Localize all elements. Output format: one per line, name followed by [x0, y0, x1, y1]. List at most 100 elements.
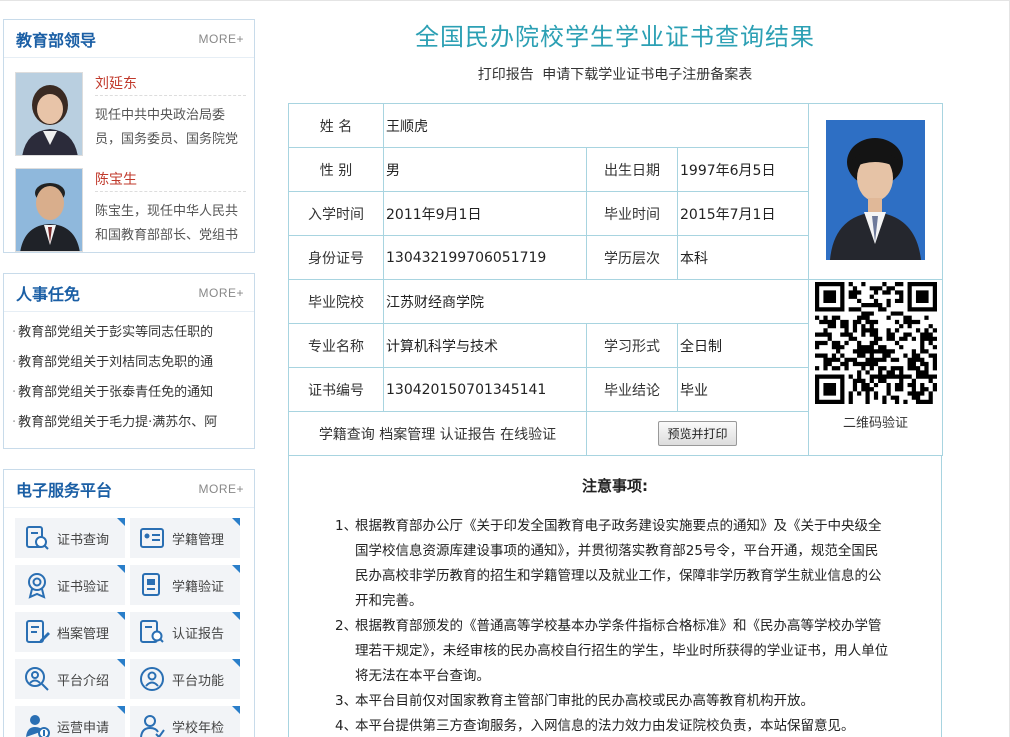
- leader-name[interactable]: 陈宝生: [95, 168, 246, 192]
- notice-item: 3、 本平台目前仅对国家教育主管部门审批的民办高校或民办高等教育机构开放。: [335, 689, 891, 714]
- notice-num: 2、: [335, 618, 358, 634]
- notice-list: 1、 根据教育部办公厅《关于印发全国教育电子政务建设实施要点的通知》及《关于中央级…: [289, 496, 941, 737]
- certificate-table: 姓 名 王顺虎 性 别 男 出生日期 1997年6月5日 入学时间 2011年9…: [288, 103, 943, 456]
- archive-edit-icon: [26, 620, 50, 643]
- gender-label: 性 别: [288, 147, 384, 192]
- download-form-link[interactable]: 申请下载学业证书电子注册备案表: [542, 67, 752, 83]
- notice-text: 根据教育部颁发的《普通高等学校基本办学条件指标合格标准》和《民办高等学校办学管理…: [355, 618, 889, 684]
- mode-label: 学习形式: [586, 323, 678, 368]
- platform-intro-icon: [25, 667, 49, 691]
- services-grid: 证书查询 学籍管理 证书验证 学籍验证 档案管理 认证报告 平台介绍 平台功能 …: [4, 508, 254, 737]
- leaders-panel: 教育部领导 MORE+ 刘延东 现任中共中央政治局委员，国务委员、国务院党 陈宝…: [3, 19, 255, 253]
- news-item[interactable]: 教育部党组关于毛力提·满苏尔、阿: [12, 408, 254, 438]
- id-label: 身份证号: [288, 235, 384, 280]
- leader-name[interactable]: 刘延东: [95, 72, 246, 96]
- service-school-check[interactable]: 学校年检: [130, 706, 240, 737]
- leader-info: 刘延东 现任中共中央政治局委员，国务委员、国务院党: [95, 72, 246, 156]
- leader-desc: 陈宝生，现任中华人民共和国教育部部长、党组书: [95, 204, 239, 243]
- leader-info: 陈宝生 陈宝生，现任中华人民共和国教育部部长、党组书: [95, 168, 246, 252]
- notice-text: 本平台目前仅对国家教育主管部门审批的民办高校或民办高等教育机构开放。: [355, 693, 814, 709]
- record-query-link[interactable]: 学籍查询: [319, 427, 375, 443]
- sub-links: 打印报告 申请下载学业证书电子注册备案表: [290, 64, 940, 84]
- birth-value: 1997年6月5日: [677, 147, 809, 192]
- gender-value: 男: [383, 147, 587, 192]
- personnel-list: 教育部党组关于彭实等同志任职的 教育部党组关于刘桔同志免职的通 教育部党组关于张…: [4, 312, 254, 438]
- service-certificate-verify[interactable]: 证书验证: [15, 565, 125, 605]
- major-value: 计算机科学与技术: [383, 323, 587, 368]
- notice-item: 2、 根据教育部颁发的《普通高等学校基本办学条件指标合格标准》和《民办高等学校办学…: [335, 614, 891, 689]
- notice-title: 注意事项:: [582, 477, 648, 495]
- notice-text: 根据教育部办公厅《关于印发全国教育电子政务建设实施要点的通知》及《关于中央级全国…: [355, 518, 882, 609]
- record-verify-icon: [142, 573, 160, 596]
- leader-photo[interactable]: [15, 168, 83, 252]
- cert-value: 130420150701345141: [383, 367, 587, 412]
- service-student-record[interactable]: 学籍管理: [130, 518, 240, 558]
- level-label: 学历层次: [586, 235, 678, 280]
- service-label: 档案管理: [57, 626, 110, 642]
- page: 教育部领导 MORE+ 刘延东 现任中共中央政治局委员，国务委员、国务院党 陈宝…: [0, 0, 1010, 737]
- personnel-title: 人事任免: [16, 284, 81, 304]
- major-label: 专业名称: [288, 323, 384, 368]
- service-label: 运营申请: [57, 720, 110, 736]
- cert-label: 证书编号: [288, 367, 384, 412]
- notice-num: 3、: [335, 693, 358, 709]
- name-label: 姓 名: [288, 103, 384, 148]
- leaders-more-link[interactable]: MORE+: [198, 32, 244, 46]
- online-verify-link[interactable]: 在线验证: [500, 427, 556, 443]
- news-item[interactable]: 教育部党组关于彭实等同志任职的: [12, 318, 254, 348]
- service-platform-function[interactable]: 平台功能: [130, 659, 240, 699]
- service-apply[interactable]: 运营申请: [15, 706, 125, 737]
- personnel-more-link[interactable]: MORE+: [198, 286, 244, 300]
- print-report-link[interactable]: 打印报告: [478, 67, 534, 83]
- school-check-icon: [140, 715, 165, 737]
- service-label: 平台介绍: [57, 673, 110, 689]
- mode-value: 全日制: [677, 323, 809, 368]
- service-label: 学校年检: [172, 720, 225, 736]
- services-header: 电子服务平台 MORE+: [4, 470, 254, 508]
- grad-label: 毕业时间: [586, 191, 678, 236]
- news-item[interactable]: 教育部党组关于刘桔同志免职的通: [12, 348, 254, 378]
- service-record-verify[interactable]: 学籍验证: [130, 565, 240, 605]
- print-cell: 预览并打印: [586, 411, 809, 456]
- leader-item[interactable]: 刘延东 现任中共中央政治局委员，国务委员、国务院党: [4, 72, 254, 156]
- report-link[interactable]: 认证报告: [440, 427, 496, 443]
- services-more-link[interactable]: MORE+: [198, 482, 244, 496]
- page-title: 全国民办院校学生学业证书查询结果: [415, 23, 815, 51]
- photo-cell: [808, 103, 943, 280]
- service-platform-intro[interactable]: 平台介绍: [15, 659, 125, 699]
- preview-print-button[interactable]: 预览并打印: [658, 421, 737, 446]
- apply-icon: [26, 715, 50, 737]
- leader-photo[interactable]: [15, 72, 83, 156]
- notice-num: 1、: [335, 518, 358, 534]
- name-value: 王顺虎: [383, 103, 809, 148]
- platform-function-icon: [140, 667, 164, 691]
- birth-label: 出生日期: [586, 147, 678, 192]
- service-label: 证书查询: [57, 532, 110, 548]
- service-certificate-search[interactable]: 证书查询: [15, 518, 125, 558]
- service-label: 学籍管理: [172, 532, 225, 548]
- leaders-title: 教育部领导: [16, 30, 97, 50]
- qr-code: [814, 282, 937, 404]
- enroll-value: 2011年9月1日: [383, 191, 587, 236]
- service-archive[interactable]: 档案管理: [15, 612, 125, 652]
- level-value: 本科: [677, 235, 809, 280]
- archive-link[interactable]: 档案管理: [379, 427, 435, 443]
- leaders-header: 教育部领导 MORE+: [4, 20, 254, 58]
- certificate-search-icon: [26, 526, 49, 550]
- personnel-panel: 人事任免 MORE+ 教育部党组关于彭实等同志任职的 教育部党组关于刘桔同志免职…: [3, 273, 255, 449]
- leader-desc: 现任中共中央政治局委员，国务委员、国务院党: [95, 108, 239, 147]
- service-label: 平台功能: [172, 673, 225, 689]
- notice-item: 4、 本平台提供第三方查询服务，入网信息的法力效力由发证院校负责，本站保留意见。: [335, 714, 891, 737]
- notice-item: 1、 根据教育部办公厅《关于印发全国教育电子政务建设实施要点的通知》及《关于中央级…: [335, 514, 891, 614]
- service-label: 认证报告: [172, 626, 225, 642]
- notice-text: 本平台提供第三方查询服务，入网信息的法力效力由发证院校负责，本站保留意见。: [355, 718, 855, 734]
- student-photo: [826, 119, 925, 260]
- news-item[interactable]: 教育部党组关于张泰青任免的通知: [12, 378, 254, 408]
- service-label: 学籍验证: [172, 579, 225, 595]
- school-value: 江苏财经商学院: [383, 279, 809, 324]
- personnel-header: 人事任免 MORE+: [4, 274, 254, 312]
- qr-caption: 二维码验证: [842, 416, 908, 431]
- leader-item[interactable]: 陈宝生 陈宝生，现任中华人民共和国教育部部长、党组书: [4, 168, 254, 252]
- service-report[interactable]: 认证报告: [130, 612, 240, 652]
- school-label: 毕业院校: [288, 279, 384, 324]
